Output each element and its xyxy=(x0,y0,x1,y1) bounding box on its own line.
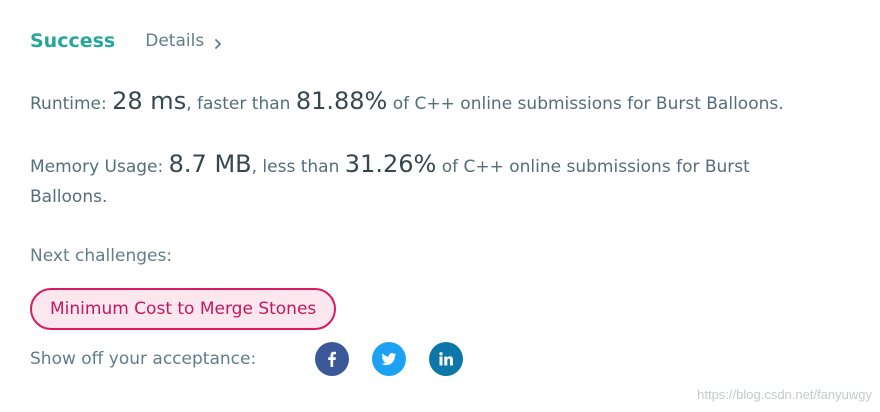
memory-comparison: , less than xyxy=(251,157,340,177)
share-row: Show off your acceptance: xyxy=(30,342,850,376)
linkedin-share-button[interactable] xyxy=(429,342,463,376)
submission-result-panel: Success Details Runtime: 28 ms, faster t… xyxy=(30,24,850,376)
memory-label: Memory Usage: xyxy=(30,157,164,177)
memory-stat: Memory Usage: 8.7 MB, less than 31.26% o… xyxy=(30,149,830,212)
facebook-icon xyxy=(328,351,336,367)
result-header: Success Details xyxy=(30,24,850,58)
chevron-right-icon xyxy=(212,35,224,49)
twitter-icon xyxy=(381,353,397,366)
memory-percent: 31.26% xyxy=(344,150,437,178)
watermark-text: https://blog.csdn.net/fanyuwgy xyxy=(697,387,872,402)
linkedin-icon xyxy=(439,352,453,366)
memory-value: 8.7 MB xyxy=(168,150,252,178)
details-link[interactable]: Details xyxy=(145,31,224,51)
runtime-percent: 81.88% xyxy=(295,87,388,115)
runtime-comparison: , faster than xyxy=(186,94,291,114)
facebook-share-button[interactable] xyxy=(315,342,349,376)
runtime-label: Runtime: xyxy=(30,94,107,114)
twitter-share-button[interactable] xyxy=(372,342,406,376)
challenge-tag-minimum-cost-to-merge-stones[interactable]: Minimum Cost to Merge Stones xyxy=(30,288,337,330)
share-label: Show off your acceptance: xyxy=(30,349,257,369)
runtime-stat: Runtime: 28 ms, faster than 81.88% of C+… xyxy=(30,86,850,119)
next-challenges-label: Next challenges: xyxy=(30,246,173,266)
details-label: Details xyxy=(145,31,205,51)
runtime-suffix: of C++ online submissions for Burst Ball… xyxy=(392,94,784,114)
status-label: Success xyxy=(30,30,116,52)
runtime-value: 28 ms xyxy=(112,87,187,115)
